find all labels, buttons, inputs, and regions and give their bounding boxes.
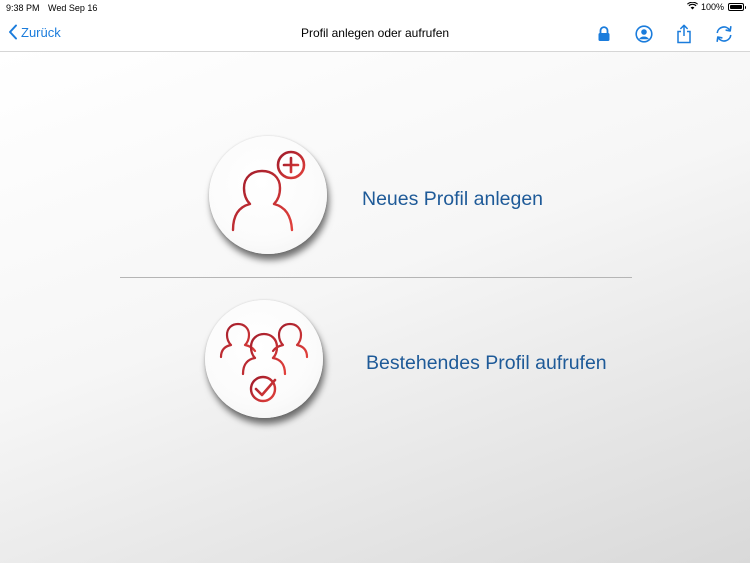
sync-icon[interactable] bbox=[713, 23, 735, 45]
status-date: Wed Sep 16 bbox=[48, 3, 98, 13]
status-bar: 9:38 PM Wed Sep 16 100% bbox=[0, 0, 750, 16]
new-profile-button[interactable] bbox=[209, 136, 327, 254]
navigation-bar: Zurück Profil anlegen oder aufrufen bbox=[0, 16, 750, 52]
status-indicators: 100% bbox=[686, 1, 746, 12]
existing-profile-label: Bestehendes Profil aufrufen bbox=[366, 352, 607, 374]
divider bbox=[120, 277, 632, 278]
profile-icon[interactable] bbox=[633, 23, 655, 45]
existing-profile-button[interactable] bbox=[205, 300, 323, 418]
main-content: Neues Profil anlegen Bestehendes Profil … bbox=[0, 52, 750, 563]
new-profile-label: Neues Profil anlegen bbox=[362, 188, 544, 210]
share-icon[interactable] bbox=[673, 23, 695, 45]
group-check-icon bbox=[219, 322, 309, 403]
lock-icon[interactable] bbox=[593, 23, 615, 45]
add-profile-icon bbox=[231, 150, 306, 232]
battery-icon bbox=[728, 3, 746, 11]
battery-percentage: 100% bbox=[700, 2, 724, 12]
status-time: 9:38 PM bbox=[6, 3, 40, 13]
wifi-icon bbox=[686, 1, 698, 12]
